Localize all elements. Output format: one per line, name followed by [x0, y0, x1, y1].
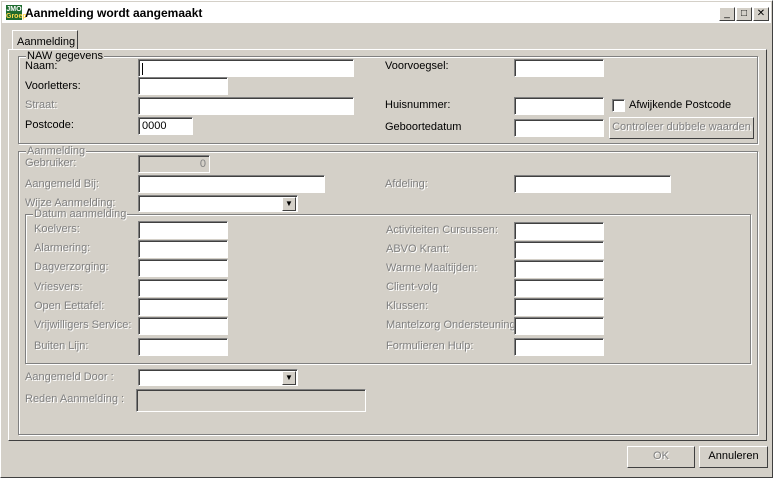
- minimize-icon[interactable]: _: [719, 7, 735, 21]
- title-bar: JMO Groep Aanmelding wordt aangemaakt _ …: [2, 2, 771, 23]
- datum-left-input[interactable]: [138, 259, 228, 277]
- datum-left-label: Buiten Lijn:: [34, 340, 89, 352]
- voorletters-input[interactable]: [138, 77, 228, 95]
- datum-right-label: Client-volg: [386, 281, 438, 293]
- datum-right-input[interactable]: [514, 222, 604, 240]
- voorletters-label: Voorletters:: [25, 80, 81, 92]
- voorvoegsel-label: Voorvoegsel:: [385, 60, 449, 72]
- afdeling-label: Afdeling:: [385, 178, 428, 190]
- datum-right-input[interactable]: [514, 260, 604, 278]
- datum-aanmelding-legend: Datum aanmelding: [33, 208, 128, 220]
- reden-aanmelding-input[interactable]: [136, 389, 366, 412]
- datum-left-input[interactable]: [138, 240, 228, 258]
- postcode-label: Postcode:: [25, 119, 74, 131]
- maximize-icon[interactable]: □: [736, 7, 752, 21]
- datum-left-input[interactable]: [138, 221, 228, 239]
- datum-left-label: Dagverzorging:: [34, 261, 109, 273]
- afwijkende-postcode-checkbox[interactable]: [612, 99, 625, 112]
- straat-input[interactable]: [138, 97, 354, 115]
- cancel-button[interactable]: Annuleren: [699, 446, 768, 468]
- text-caret: [142, 63, 143, 75]
- chevron-down-icon[interactable]: ▼: [282, 197, 296, 211]
- reden-aanmelding-label: Reden Aanmelding :: [25, 393, 125, 405]
- datum-right-input[interactable]: [514, 298, 604, 316]
- gebruiker-input[interactable]: 0: [138, 155, 210, 173]
- datum-left-label: Koelvers:: [34, 223, 80, 235]
- geboortedatum-input[interactable]: [514, 119, 604, 137]
- datum-left-input[interactable]: [138, 279, 228, 297]
- aangemeld-door-label: Aangemeld Door :: [25, 371, 114, 383]
- datum-left-label: Alarmering:: [34, 242, 91, 254]
- datum-right-input[interactable]: [514, 279, 604, 297]
- afwijkende-postcode-label: Afwijkende Postcode: [629, 99, 732, 111]
- straat-label: Straat:: [25, 99, 58, 111]
- aangemeld-bij-label: Aangemeld Bij:: [25, 178, 99, 190]
- datum-right-label: Activiteiten Cursussen:: [386, 224, 498, 236]
- datum-right-label: ABVO Krant:: [386, 243, 449, 255]
- controleer-dubbele-waarden-button[interactable]: Controleer dubbele waarden: [609, 117, 754, 139]
- voorvoegsel-input[interactable]: [514, 59, 604, 77]
- tab-panel: NAW gegevens Naam: Voorletters: Straat: …: [8, 49, 767, 441]
- postcode-input[interactable]: 0000: [138, 117, 193, 135]
- aangemeld-door-select[interactable]: ▼: [138, 369, 298, 386]
- tab-aanmelding[interactable]: Aanmelding: [12, 30, 78, 50]
- afdeling-input[interactable]: [514, 175, 671, 193]
- datum-right-label: Klussen:: [386, 300, 429, 312]
- datum-right-label: Warme Maaltijden:: [386, 262, 478, 274]
- datum-right-input[interactable]: [514, 338, 604, 356]
- datum-right-input[interactable]: [514, 241, 604, 259]
- window-title: Aanmelding wordt aangemaakt: [25, 6, 203, 20]
- datum-right-label: Mantelzorg Ondersteuning: [386, 319, 516, 331]
- naam-label: Naam:: [25, 60, 58, 72]
- datum-left-input[interactable]: [138, 338, 228, 356]
- close-icon[interactable]: ✕: [753, 7, 769, 21]
- aangemeld-bij-input[interactable]: [138, 175, 325, 193]
- chevron-down-icon[interactable]: ▼: [282, 371, 296, 385]
- ok-button[interactable]: OK: [627, 446, 695, 468]
- huisnummer-label: Huisnummer:: [385, 99, 451, 111]
- datum-left-label: Open Eettafel:: [34, 300, 105, 312]
- datum-left-input[interactable]: [138, 298, 228, 316]
- dialog-window: JMO Groep Aanmelding wordt aangemaakt _ …: [0, 0, 773, 478]
- gebruiker-label: Gebruiker:: [25, 157, 77, 169]
- huisnummer-input[interactable]: [514, 97, 604, 115]
- aanmelding-legend: Aanmelding: [26, 145, 87, 157]
- datum-left-label: Vrijwilligers Service:: [34, 319, 132, 331]
- datum-right-input[interactable]: [514, 317, 604, 335]
- logo-subtext: Groep: [6, 13, 27, 20]
- app-logo-icon: JMO Groep: [6, 5, 27, 20]
- naam-input[interactable]: [138, 59, 354, 77]
- logo-text: JMO: [6, 6, 22, 13]
- datum-left-label: Vriesvers:: [34, 281, 83, 293]
- geboortedatum-label: Geboortedatum: [385, 121, 462, 133]
- datum-left-input[interactable]: [138, 317, 228, 335]
- wijze-aanmelding-select[interactable]: ▼: [138, 195, 298, 212]
- datum-right-label: Formulieren Hulp:: [386, 340, 474, 352]
